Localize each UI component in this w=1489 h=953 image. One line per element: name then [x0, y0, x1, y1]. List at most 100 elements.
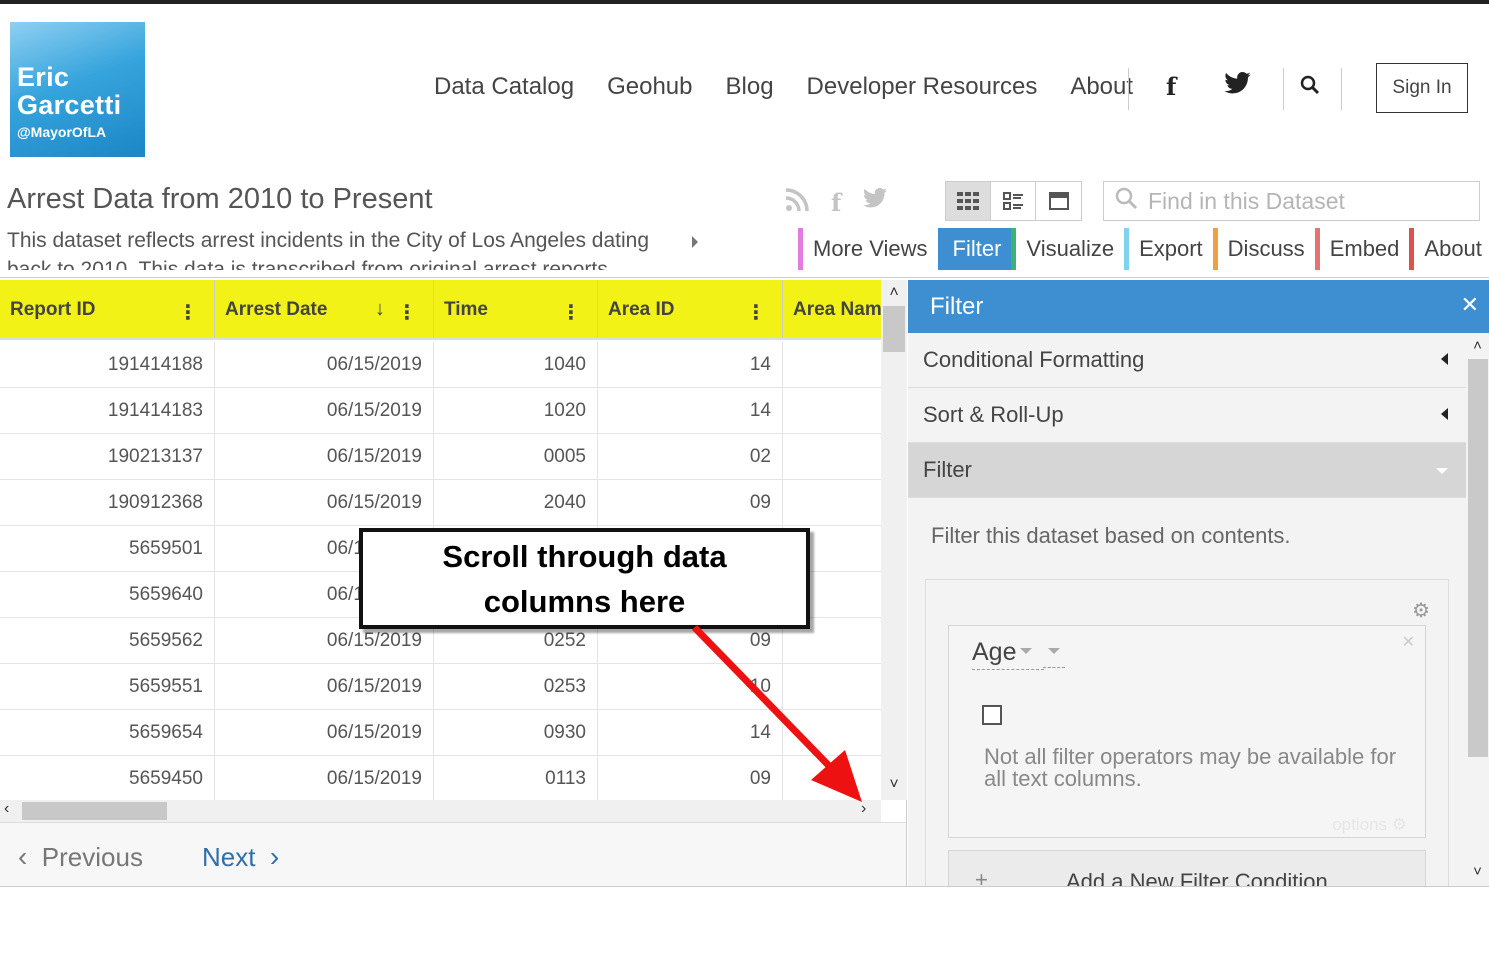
- condition-note: Not all filter operators may be availabl…: [984, 744, 1397, 791]
- expand-description-icon[interactable]: [692, 236, 698, 248]
- nav-developer-resources[interactable]: Developer Resources: [807, 73, 1038, 101]
- nav-data-catalog[interactable]: Data Catalog: [434, 73, 574, 101]
- scroll-down-icon[interactable]: ˅: [881, 776, 907, 794]
- grid-header: Report ID ⋮ Arrest Date ↓ ⋮ Time ⋮ Area …: [0, 280, 881, 340]
- table-row[interactable]: 5659551 06/15/2019 0253 10: [0, 664, 881, 710]
- options-label: options: [1332, 815, 1388, 834]
- scroll-thumb[interactable]: [22, 802, 167, 820]
- tab-discuss[interactable]: Discuss: [1212, 228, 1315, 270]
- rss-icon[interactable]: [785, 188, 809, 218]
- cell-time: 2040: [433, 480, 597, 526]
- cell-arrest-date: 06/15/2019: [214, 756, 433, 800]
- condition-checkbox[interactable]: [982, 705, 1002, 725]
- condition-options-link[interactable]: options ⚙: [1332, 815, 1407, 835]
- grid-view-icon[interactable]: [946, 182, 991, 220]
- cell-area-id: 02: [597, 434, 782, 480]
- site-logo[interactable]: Eric Garcetti @MayorOfLA: [10, 22, 145, 157]
- previous-page-button[interactable]: ‹ Previous: [18, 841, 143, 873]
- scroll-down-icon[interactable]: ˅: [1466, 863, 1489, 880]
- nav-about[interactable]: About: [1070, 73, 1133, 101]
- tab-export[interactable]: Export: [1124, 228, 1213, 270]
- filter-condition: ✕ Age Not all filter operators may be av…: [948, 625, 1426, 838]
- scroll-right-icon[interactable]: ›: [861, 800, 866, 818]
- table-row[interactable]: 5659654 06/15/2019 0930 14: [0, 710, 881, 756]
- section-sort-rollup[interactable]: Sort & Roll-Up: [908, 388, 1466, 443]
- pagination: ‹ Previous Next ›: [0, 822, 906, 886]
- scroll-left-icon[interactable]: ‹: [4, 800, 9, 818]
- cell-report-id: 5659654: [129, 722, 203, 743]
- cell-time: 0930: [433, 710, 597, 756]
- column-header-label: Area Nam: [793, 299, 881, 320]
- column-menu-icon[interactable]: ⋮: [397, 300, 417, 325]
- tab-visualize[interactable]: Visualize: [1011, 228, 1125, 270]
- section-conditional-formatting[interactable]: Conditional Formatting: [908, 333, 1466, 388]
- column-header-report-id[interactable]: Report ID ⋮: [0, 280, 214, 338]
- column-header-arrest-date[interactable]: Arrest Date ↓ ⋮: [214, 280, 433, 338]
- condition-column-label: Age: [972, 638, 1017, 666]
- dataset-search-input[interactable]: [1148, 187, 1468, 215]
- facebook-icon[interactable]: f: [831, 188, 841, 218]
- annotation-callout: Scroll through data columns here: [359, 528, 810, 629]
- add-filter-condition-button[interactable]: + Add a New Filter Condition: [948, 850, 1426, 886]
- column-header-area-id[interactable]: Area ID ⋮: [597, 280, 782, 338]
- column-header-time[interactable]: Time ⋮: [433, 280, 597, 338]
- remove-condition-icon[interactable]: ✕: [1402, 632, 1415, 652]
- scroll-up-icon[interactable]: ˄: [1466, 337, 1489, 354]
- cell-arrest-date: 06/15/2019: [214, 480, 433, 526]
- nav-divider: [1341, 68, 1342, 110]
- scroll-thumb[interactable]: [883, 306, 905, 352]
- column-header-label: Report ID: [10, 299, 96, 320]
- cell-area-name: [782, 388, 881, 434]
- tab-label: Export: [1139, 236, 1203, 261]
- cell-report-id: 5659450: [129, 768, 203, 789]
- cell-area-id: 09: [597, 756, 782, 800]
- tab-filter[interactable]: Filter: [937, 228, 1012, 270]
- cell-arrest-date: 06/15/2019: [214, 388, 433, 434]
- next-page-button[interactable]: Next ›: [202, 841, 279, 873]
- logo-handle: @MayorOfLA: [17, 124, 107, 140]
- nav-geohub[interactable]: Geohub: [607, 73, 692, 101]
- tab-embed[interactable]: Embed: [1314, 228, 1410, 270]
- panel-header: Filter ✕: [908, 280, 1489, 333]
- section-filter[interactable]: Filter: [908, 443, 1466, 498]
- twitter-icon[interactable]: [1224, 72, 1251, 101]
- nav-blog[interactable]: Blog: [726, 73, 774, 101]
- content-divider: [0, 277, 1489, 278]
- scroll-thumb[interactable]: [1468, 359, 1488, 757]
- logo-line2: Garcetti: [17, 90, 122, 120]
- panel-title: Filter: [930, 292, 984, 320]
- gear-icon[interactable]: ⚙: [1412, 598, 1430, 623]
- filter-help-text: Filter this dataset based on contents.: [931, 523, 1291, 548]
- chevron-down-icon: [1048, 648, 1060, 654]
- column-menu-icon[interactable]: ⋮: [746, 300, 766, 325]
- table-row[interactable]: 5659450 06/15/2019 0113 09: [0, 756, 881, 800]
- condition-column-select[interactable]: Age: [972, 638, 1045, 670]
- table-row[interactable]: 190213137 06/15/2019 0005 02: [0, 434, 881, 480]
- cell-area-id: 14: [597, 710, 782, 756]
- search-icon[interactable]: [1300, 74, 1320, 102]
- page-view-icon[interactable]: [1036, 182, 1081, 220]
- grid-horizontal-scrollbar[interactable]: ‹ ›: [0, 800, 881, 822]
- twitter-icon[interactable]: [863, 188, 888, 218]
- panel-scrollbar[interactable]: ˄ ˅: [1466, 333, 1489, 886]
- cell-report-id: 5659501: [129, 538, 203, 559]
- scroll-up-icon[interactable]: ˄: [881, 284, 907, 302]
- close-icon[interactable]: ✕: [1461, 292, 1479, 318]
- column-menu-icon[interactable]: ⋮: [178, 300, 198, 325]
- sort-descending-icon[interactable]: ↓: [375, 298, 385, 321]
- column-header-area-name[interactable]: Area Nam: [782, 280, 881, 338]
- table-row[interactable]: 191414183 06/15/2019 1020 14: [0, 388, 881, 434]
- sign-in-button[interactable]: Sign In: [1376, 63, 1468, 113]
- section-label: Sort & Roll-Up: [923, 402, 1064, 427]
- facebook-icon[interactable]: f: [1166, 72, 1176, 101]
- column-menu-icon[interactable]: ⋮: [561, 300, 581, 325]
- tab-more-views[interactable]: More Views: [798, 228, 938, 270]
- table-row[interactable]: 191414188 06/15/2019 1040 14: [0, 342, 881, 388]
- logo-line1: Eric: [17, 62, 70, 92]
- grid-vertical-scrollbar[interactable]: ˄ ˅: [881, 280, 907, 800]
- column-header-label: Time: [444, 299, 489, 320]
- list-view-icon[interactable]: [991, 182, 1036, 220]
- tab-label: About: [1424, 236, 1482, 261]
- table-row[interactable]: 190912368 06/15/2019 2040 09: [0, 480, 881, 526]
- tab-about[interactable]: About: [1409, 228, 1489, 270]
